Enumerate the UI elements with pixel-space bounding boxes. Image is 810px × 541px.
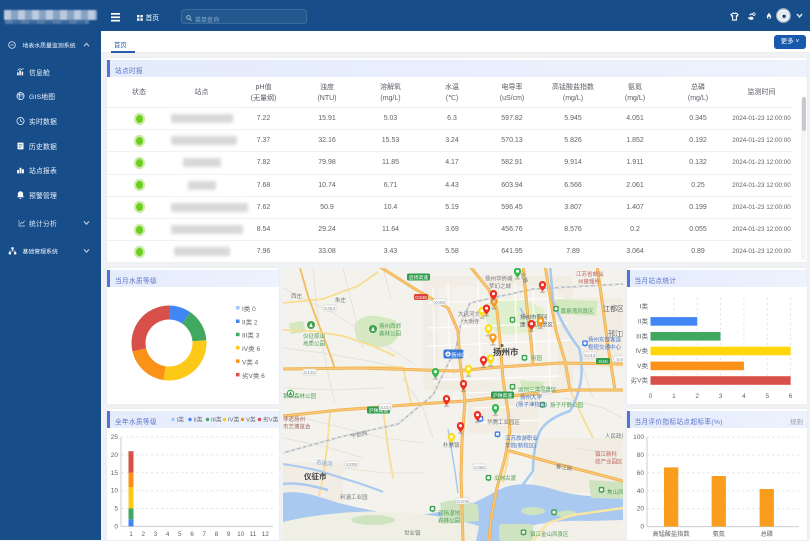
svg-text:III类: III类 (636, 332, 648, 341)
svg-text:高锰酸盐指数: 高锰酸盐指数 (652, 530, 690, 538)
svg-text:(扬子津校区): (扬子津校区) (516, 400, 547, 408)
svg-text:扬州站: 扬州站 (451, 351, 468, 359)
svg-text:6: 6 (788, 393, 792, 400)
svg-text:S353: S353 (323, 306, 335, 312)
svg-text:扬子圩野公园: 扬子圩野公园 (550, 401, 584, 409)
svg-text:运河三湾风景区: 运河三湾风景区 (518, 385, 557, 393)
svg-text:II类: II类 (637, 317, 648, 326)
svg-text:40: 40 (636, 488, 644, 495)
svg-text:1: 1 (129, 531, 133, 538)
svg-text:25: 25 (111, 434, 119, 441)
svg-text:森林公园: 森林公园 (438, 516, 461, 524)
svg-text:仪征市: 仪征市 (303, 471, 327, 481)
svg-text:江都区: 江都区 (603, 305, 623, 313)
svg-text:江苏省邮仙: 江苏省邮仙 (576, 270, 604, 278)
svg-text:大明寺: 大明寺 (463, 317, 480, 325)
svg-text:江苏旅游职业: 江苏旅游职业 (505, 434, 539, 442)
svg-text:镇江金山风景区: 镇江金山风景区 (530, 530, 569, 538)
svg-text:S334: S334 (379, 405, 391, 411)
svg-text:地质公园: 地质公园 (303, 339, 326, 347)
svg-text:G345: G345 (415, 295, 427, 301)
svg-text:7: 7 (202, 531, 206, 538)
svg-text:枢纽交通中心: 枢纽交通中心 (588, 343, 622, 351)
svg-text:2: 2 (141, 531, 145, 538)
svg-text:华腾工业园区: 华腾工业园区 (487, 418, 521, 426)
svg-text:3: 3 (154, 531, 158, 538)
svg-text:世业镇: 世业镇 (404, 529, 421, 537)
svg-text:焦山风景区: 焦山风景区 (607, 488, 623, 496)
svg-text:镇江新科: 镇江新科 (595, 450, 618, 458)
svg-text:IV类 6: IV类 6 (242, 344, 260, 353)
svg-text:IV类: IV类 (635, 346, 648, 355)
svg-text:20: 20 (636, 506, 644, 513)
svg-text:1: 1 (672, 393, 676, 400)
svg-text:黄泉湾风景区: 黄泉湾风景区 (560, 307, 594, 315)
svg-text:学院(新校区): 学院(新校区) (505, 441, 536, 449)
svg-text:人民政府: 人民政府 (605, 432, 623, 440)
svg-text:60: 60 (636, 470, 644, 477)
svg-text:扬州市: 扬州市 (493, 347, 519, 357)
svg-text:S356: S356 (473, 465, 485, 471)
svg-text:5: 5 (114, 506, 118, 513)
svg-text:10: 10 (111, 488, 119, 495)
svg-text:80: 80 (636, 452, 644, 459)
svg-text:I类: I类 (639, 302, 648, 311)
svg-text:G40: G40 (598, 359, 607, 365)
svg-text:4: 4 (166, 531, 170, 538)
svg-text:润扬湿地: 润扬湿地 (438, 509, 461, 517)
svg-text:扬州西郊: 扬州西郊 (379, 322, 402, 330)
svg-text:森林公园: 森林公园 (379, 329, 402, 337)
svg-text:沪陕高速: 沪陕高速 (492, 392, 511, 399)
svg-text:8: 8 (215, 531, 219, 538)
svg-text:9: 9 (227, 531, 231, 538)
svg-text:4: 4 (742, 393, 746, 400)
svg-text:瓜洲古渡: 瓜洲古渡 (494, 474, 517, 482)
svg-text:V类: V类 (637, 361, 648, 370)
svg-text:非遗扬州: 非遗扬州 (283, 415, 305, 423)
svg-text:西庄: 西庄 (291, 292, 303, 300)
svg-text:20: 20 (111, 452, 119, 459)
svg-text:III类 3: III类 3 (242, 331, 260, 340)
svg-text:X205: X205 (345, 462, 357, 468)
svg-text:启扬高速: 启扬高速 (408, 274, 427, 281)
svg-text:6: 6 (190, 531, 194, 538)
svg-text:唐子城风景区: 唐子城风景区 (520, 320, 554, 328)
svg-text:铜山森林公园: 铜山森林公园 (283, 392, 317, 400)
svg-text:12: 12 (262, 531, 270, 538)
svg-text:S243: S243 (583, 353, 595, 359)
svg-text:3: 3 (718, 393, 722, 400)
svg-text:市艺博览会: 市艺博览会 (283, 422, 311, 430)
svg-text:仪征捺山: 仪征捺山 (303, 332, 325, 340)
svg-text:氨氮: 氨氮 (712, 530, 724, 538)
svg-text:X006: X006 (433, 300, 445, 306)
svg-text:扬州华侨城: 扬州华侨城 (485, 274, 513, 282)
svg-text:总磷: 总磷 (760, 530, 772, 538)
svg-text:利涵工业园: 利涵工业园 (340, 493, 368, 501)
svg-text:0: 0 (648, 393, 652, 400)
svg-text:技产业园区: 技产业园区 (595, 457, 623, 465)
svg-text:S125: S125 (303, 370, 315, 376)
svg-text:2: 2 (695, 393, 699, 400)
svg-text:梦幻之城: 梦幻之城 (489, 282, 512, 290)
svg-text:10: 10 (237, 531, 245, 538)
svg-text:5: 5 (765, 393, 769, 400)
svg-text:15: 15 (111, 470, 119, 477)
svg-text:0: 0 (640, 524, 644, 531)
svg-text:5: 5 (178, 531, 182, 538)
svg-text:朱庄: 朱庄 (335, 296, 347, 304)
svg-text:V类 4: V类 4 (242, 357, 259, 366)
svg-text:100: 100 (633, 434, 644, 441)
svg-text:S49: S49 (616, 357, 623, 363)
svg-text:州管理所: 州管理所 (578, 277, 601, 285)
svg-text:11: 11 (250, 531, 257, 538)
svg-text:G205: G205 (456, 499, 468, 505)
svg-text:0: 0 (114, 523, 118, 530)
svg-text:I类 0: I类 0 (242, 304, 256, 313)
svg-text:邗江区: 邗江区 (608, 330, 623, 338)
svg-text:劣V类: 劣V类 (630, 376, 648, 385)
svg-text:何园: 何园 (531, 354, 543, 362)
svg-text:劣V类 6: 劣V类 6 (242, 371, 265, 380)
svg-text:II类 2: II类 2 (242, 318, 258, 327)
svg-text:扬州大学: 扬州大学 (520, 393, 543, 401)
